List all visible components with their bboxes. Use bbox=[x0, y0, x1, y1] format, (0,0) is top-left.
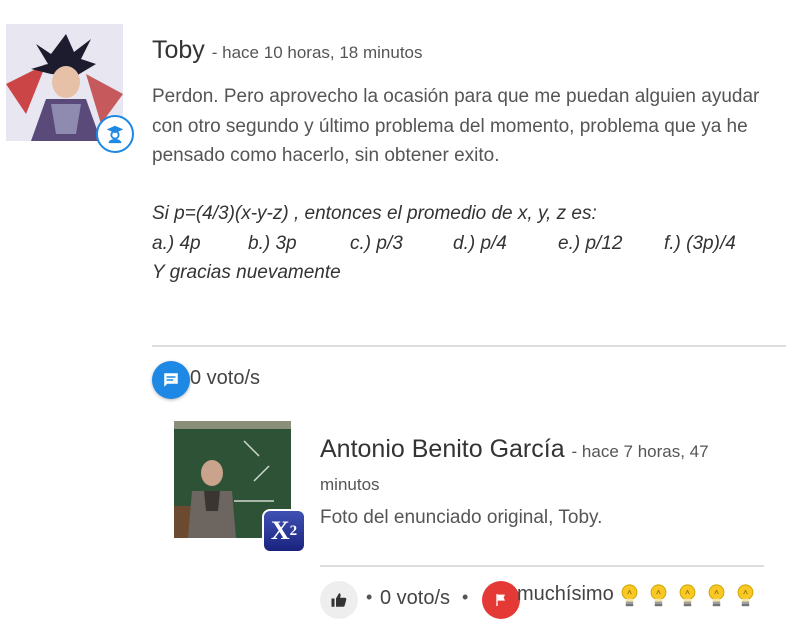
thumbs-up-icon bbox=[331, 593, 347, 607]
lightbulb-icon[interactable] bbox=[676, 583, 699, 609]
post-author-name[interactable]: Toby bbox=[152, 36, 205, 64]
report-flag-button[interactable] bbox=[482, 581, 520, 619]
separator-dot: • bbox=[366, 587, 373, 607]
reply-vote-count: 0 voto/s bbox=[380, 587, 451, 609]
rating-label: muchísimo bbox=[517, 583, 614, 605]
answer-options: a.) 4p b.) 3p c.) p/3 d.) p/4 e.) p/12 f.) (3… bbox=[152, 229, 777, 259]
option-a: a.) 4p bbox=[152, 232, 201, 254]
lightbulb-icon[interactable] bbox=[705, 583, 728, 609]
option-b: b.) 3p bbox=[248, 232, 297, 254]
badge-sup-text: 2 bbox=[289, 522, 298, 539]
post-divider bbox=[152, 345, 786, 347]
post-header: Toby - hace 10 horas, 18 minutos bbox=[152, 36, 423, 65]
badge-x-text: X bbox=[270, 516, 290, 545]
post-body: Perdon. Pero aprovecho la ocasión para q… bbox=[152, 86, 760, 166]
option-e: e.) p/12 bbox=[558, 232, 623, 254]
reply-body: Foto del enunciado original, Toby. bbox=[320, 507, 603, 528]
student-badge-icon bbox=[96, 115, 134, 153]
math-statement: Si p=(4/3)(x-y-z) , entonces el promedio… bbox=[152, 203, 597, 224]
like-button[interactable] bbox=[320, 581, 358, 619]
comment-icon bbox=[164, 373, 178, 387]
option-d: d.) p/4 bbox=[453, 232, 507, 254]
comment-button[interactable] bbox=[152, 361, 190, 399]
reply-author-name[interactable]: Antonio Benito García bbox=[320, 435, 565, 463]
post-time: - hace 10 horas, 18 minutos bbox=[211, 43, 423, 62]
closing-line: Y gracias nuevamente bbox=[152, 262, 341, 283]
reply-divider bbox=[320, 565, 764, 567]
rating-bulbs[interactable] bbox=[618, 583, 757, 609]
flag-icon bbox=[496, 594, 505, 606]
post-math-block: Si p=(4/3)(x-y-z) , entonces el promedio… bbox=[152, 199, 777, 288]
option-c: c.) p/3 bbox=[350, 232, 403, 254]
lightbulb-icon[interactable] bbox=[647, 583, 670, 609]
separator-dot: • bbox=[462, 587, 469, 607]
reply-header: Antonio Benito García - hace 7 horas, 47… bbox=[320, 434, 750, 500]
x2-badge-icon: X2 bbox=[262, 509, 306, 553]
option-f: f.) (3p)/4 bbox=[664, 232, 736, 254]
post-vote-count: 0 voto/s bbox=[190, 367, 261, 389]
lightbulb-icon[interactable] bbox=[618, 583, 641, 609]
lightbulb-icon[interactable] bbox=[734, 583, 757, 609]
